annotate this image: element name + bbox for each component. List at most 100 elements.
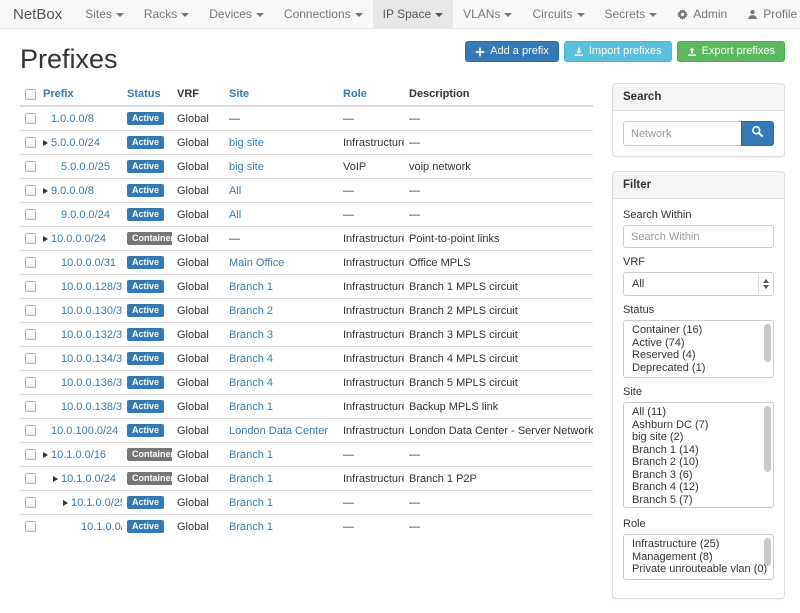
column-header-prefix[interactable]: Prefix: [38, 83, 122, 106]
filter-option[interactable]: Ashburn DC (7): [624, 419, 773, 432]
row-checkbox[interactable]: [25, 209, 36, 220]
row-checkbox[interactable]: [25, 473, 36, 484]
filter-option[interactable]: Reserved (4): [624, 349, 773, 362]
sort-link[interactable]: Role: [343, 88, 367, 100]
site-link[interactable]: Branch 1: [229, 473, 273, 485]
prefix-link[interactable]: 5.0.0.0/24: [51, 137, 100, 149]
row-checkbox[interactable]: [25, 185, 36, 196]
site-link[interactable]: London Data Center: [229, 425, 328, 437]
site-link[interactable]: All: [229, 209, 241, 221]
column-header-status[interactable]: Status: [122, 83, 172, 106]
filter-option[interactable]: Branch 2 (10): [624, 456, 773, 469]
prefix-link[interactable]: 10.0.0.0/31: [61, 257, 116, 269]
search-input[interactable]: [623, 121, 741, 146]
filter-option[interactable]: Branch 4 (12): [624, 481, 773, 494]
site-link[interactable]: All: [229, 185, 241, 197]
nav-item-connections[interactable]: Connections: [274, 0, 373, 28]
sort-link[interactable]: Site: [229, 88, 249, 100]
prefix-link[interactable]: 9.0.0.0/8: [51, 185, 94, 197]
prefix-link[interactable]: 9.0.0.0/24: [61, 209, 110, 221]
site-link[interactable]: big site: [229, 161, 264, 173]
navbar-brand[interactable]: NetBox: [0, 0, 75, 28]
site-link[interactable]: big site: [229, 137, 264, 149]
scrollbar-thumb[interactable]: [764, 406, 771, 472]
sort-link[interactable]: Status: [127, 88, 161, 100]
prefix-link[interactable]: 10.0.0.132/31: [61, 329, 122, 341]
filter-option[interactable]: Branch 5 (7): [624, 494, 773, 507]
nav-item-ip-space[interactable]: IP Space: [373, 0, 453, 28]
row-checkbox[interactable]: [25, 137, 36, 148]
prefix-link[interactable]: 10.1.0.0/25: [71, 497, 122, 509]
prefix-link[interactable]: 10.0.0.0/24: [51, 233, 106, 245]
filter-option[interactable]: big site (2): [624, 431, 773, 444]
filter-option[interactable]: Branch 1 (14): [624, 444, 773, 457]
row-checkbox[interactable]: [25, 425, 36, 436]
filter-option[interactable]: Deprecated (1): [624, 362, 773, 375]
prefix-link[interactable]: 10.0.0.130/31: [61, 305, 122, 317]
row-checkbox[interactable]: [25, 257, 36, 268]
filter-option[interactable]: Container (16): [624, 324, 773, 337]
column-header-site[interactable]: Site: [224, 83, 338, 106]
search-within-input[interactable]: [623, 225, 774, 248]
site-link[interactable]: Branch 1: [229, 521, 273, 533]
filter-option[interactable]: Branch 3 (6): [624, 469, 773, 482]
indent-spacer: [43, 481, 53, 482]
nav-item-sites[interactable]: Sites: [75, 0, 134, 28]
site-link[interactable]: Branch 3: [229, 329, 273, 341]
filter-option[interactable]: Management (8): [624, 551, 773, 564]
scrollbar-thumb[interactable]: [764, 324, 771, 362]
nav-item-vlans[interactable]: VLANs: [453, 0, 522, 28]
nav-item-devices[interactable]: Devices: [199, 0, 274, 28]
prefix-link[interactable]: 5.0.0.0/25: [61, 161, 110, 173]
site-link[interactable]: Branch 1: [229, 449, 273, 461]
nav-item-admin[interactable]: Admin: [667, 0, 737, 28]
site-link[interactable]: Branch 1: [229, 281, 273, 293]
row-checkbox[interactable]: [25, 401, 36, 412]
expand-arrow-icon: [43, 140, 48, 146]
row-checkbox[interactable]: [25, 449, 36, 460]
row-checkbox[interactable]: [25, 161, 36, 172]
filter-option[interactable]: COLO-1-2A (2): [624, 506, 773, 508]
row-checkbox[interactable]: [25, 305, 36, 316]
import-prefixes-button[interactable]: Import prefixes: [564, 41, 672, 62]
site-link[interactable]: Branch 2: [229, 305, 273, 317]
vrf-select[interactable]: All: [623, 272, 774, 296]
nav-item-secrets[interactable]: Secrets: [595, 0, 668, 28]
prefix-link[interactable]: 10.0.0.138/31: [61, 401, 122, 413]
add-a-prefix-button[interactable]: Add a prefix: [465, 41, 559, 62]
prefix-link[interactable]: 10.1.0.0/24: [61, 473, 116, 485]
sort-link[interactable]: Prefix: [43, 88, 74, 100]
export-prefixes-button[interactable]: Export prefixes: [677, 41, 785, 62]
row-checkbox[interactable]: [25, 233, 36, 244]
nav-item-racks[interactable]: Racks: [134, 0, 199, 28]
site-link[interactable]: Branch 1: [229, 401, 273, 413]
prefix-link[interactable]: 1.0.0.0/8: [51, 113, 94, 125]
prefix-link[interactable]: 10.0.100.0/24: [51, 425, 118, 437]
prefix-link[interactable]: 10.0.0.136/31: [61, 377, 122, 389]
row-checkbox[interactable]: [25, 377, 36, 388]
site-link[interactable]: Branch 1: [229, 497, 273, 509]
site-link[interactable]: Main Office: [229, 257, 284, 269]
prefix-link[interactable]: 10.0.0.134/31: [61, 353, 122, 365]
nav-item-profile[interactable]: Profile: [737, 0, 800, 28]
filter-option[interactable]: Private unrouteable vlan (0): [624, 563, 773, 576]
prefix-link[interactable]: 10.0.0.128/31: [61, 281, 122, 293]
row-checkbox[interactable]: [25, 497, 36, 508]
row-checkbox[interactable]: [25, 113, 36, 124]
row-checkbox[interactable]: [25, 329, 36, 340]
prefix-link[interactable]: 10.1.0.0/26: [81, 521, 122, 533]
scrollbar-thumb[interactable]: [764, 538, 771, 566]
row-checkbox[interactable]: [25, 281, 36, 292]
column-header-role[interactable]: Role: [338, 83, 404, 106]
row-checkbox[interactable]: [25, 521, 36, 532]
filter-option[interactable]: All (11): [624, 406, 773, 419]
filter-option[interactable]: Infrastructure (25): [624, 538, 773, 551]
row-checkbox[interactable]: [25, 353, 36, 364]
filter-option[interactable]: Active (74): [624, 337, 773, 350]
site-link[interactable]: Branch 4: [229, 353, 273, 365]
nav-item-circuits[interactable]: Circuits: [522, 0, 594, 28]
prefix-link[interactable]: 10.1.0.0/16: [51, 449, 106, 461]
site-link[interactable]: Branch 4: [229, 377, 273, 389]
select-all-checkbox[interactable]: [25, 89, 36, 100]
search-button[interactable]: [741, 121, 774, 146]
